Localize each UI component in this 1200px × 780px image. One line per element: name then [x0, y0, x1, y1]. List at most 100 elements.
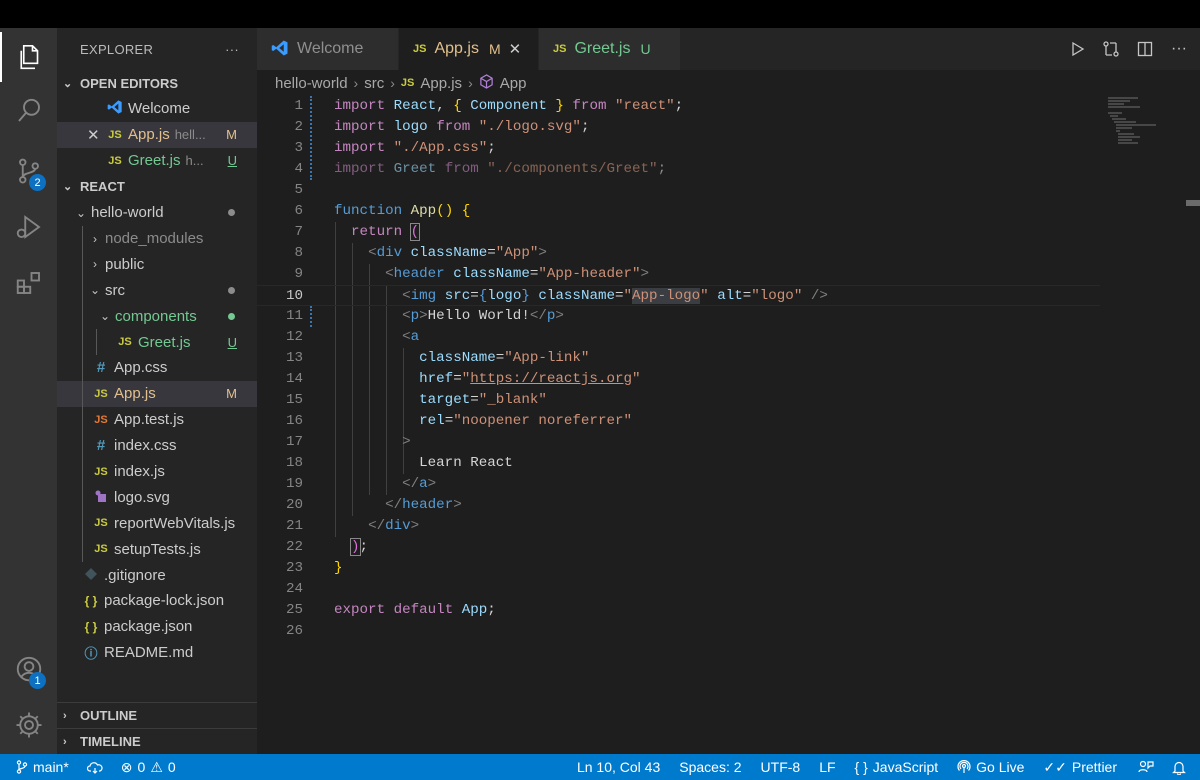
line-number: 6 [294, 203, 303, 219]
file-logo-svg[interactable]: logo.svg [57, 484, 257, 511]
tree-guide [82, 355, 83, 381]
file-label: setupTests.js [114, 540, 201, 558]
workspace-section[interactable]: ⌄ REACT [57, 174, 257, 200]
code-text: className="App-link" [419, 350, 590, 366]
code-text: <a [402, 329, 420, 345]
source-control-icon[interactable]: 2 [0, 146, 57, 196]
prettier-status[interactable]: ✓✓ Prettier [1033, 754, 1126, 780]
file-app-css[interactable]: # App.css [57, 355, 257, 381]
code-line: 17 > [257, 432, 1100, 453]
file-index-css[interactable]: # index.css [57, 432, 257, 459]
more-actions-icon[interactable]: ··· [225, 42, 239, 57]
chevron-right-icon: › [63, 735, 67, 748]
close-icon[interactable]: ✕ [509, 40, 522, 58]
js-file-icon: JS [94, 465, 108, 478]
folder-label: node_modules [105, 230, 204, 247]
go-live-button[interactable]: Go Live [947, 754, 1033, 780]
indentation[interactable]: Spaces: 2 [669, 754, 750, 780]
line-number: 22 [285, 539, 303, 555]
folder-label: hello-world [91, 204, 164, 222]
workspace-label: REACT [80, 179, 125, 195]
settings-gear-icon[interactable] [0, 700, 57, 750]
folder-public[interactable]: › public [57, 251, 257, 278]
code-text: rel="noopener noreferrer" [419, 413, 632, 429]
open-editors-section[interactable]: ⌄ OPEN EDITORS [57, 70, 257, 96]
file-app-js[interactable]: JS App.js M [57, 380, 257, 407]
open-editor-name: Welcome [128, 100, 191, 118]
js-file-icon: JS [94, 543, 108, 556]
extensions-icon[interactable] [0, 258, 57, 308]
folder-src[interactable]: ⌄ src [57, 277, 257, 304]
language-text: JavaScript [872, 759, 939, 775]
code-line: 1 import React, { Component } from "react… [257, 96, 1100, 117]
file-readme-md[interactable]: ⓘ README.md [57, 640, 257, 666]
folder-components[interactable]: ⌄ components [57, 303, 257, 330]
code-line: 7 return ( [257, 222, 1100, 243]
info-file-icon: ⓘ [84, 646, 98, 662]
editor-scrollbar[interactable] [1186, 96, 1200, 754]
breadcrumb-item[interactable]: src [364, 75, 384, 92]
breadcrumb-item[interactable]: App.js [420, 75, 462, 92]
open-editor-welcome[interactable]: Welcome [57, 96, 257, 122]
problems-indicator[interactable]: ⊗ 0 ⚠ 0 [112, 754, 185, 780]
minimap[interactable] [1108, 96, 1188, 146]
compare-changes-icon[interactable] [1100, 38, 1122, 60]
line-number: 1 [294, 98, 303, 114]
file-app-test-js[interactable]: JS App.test.js [57, 406, 257, 433]
line-number: 25 [285, 602, 303, 618]
folder-node-modules[interactable]: › node_modules [57, 225, 257, 252]
code-text: export default App; [334, 602, 496, 618]
open-editor-app-js[interactable]: ✕ JS App.js hell... M [57, 121, 257, 148]
file-report-web-vitals[interactable]: JS reportWebVitals.js [57, 510, 257, 537]
feedback-button[interactable] [1126, 754, 1163, 780]
tab-app-js[interactable]: JS App.js M ✕ [399, 28, 539, 70]
code-text: target="_blank" [419, 392, 547, 408]
file-package-json[interactable]: { } package.json [57, 614, 257, 640]
code-line: 25 export default App; [257, 600, 1100, 621]
search-icon[interactable] [0, 86, 57, 136]
git-branch[interactable]: main* [0, 754, 78, 780]
run-icon[interactable] [1066, 38, 1088, 60]
folder-hello-world[interactable]: ⌄ hello-world [57, 200, 257, 226]
open-editor-path-hint: h... [185, 153, 204, 169]
timeline-section[interactable]: › TIMELINE [57, 728, 257, 754]
file-label: reportWebVitals.js [114, 514, 236, 532]
close-icon[interactable]: ✕ [87, 126, 105, 144]
explorer-icon[interactable] [0, 32, 57, 82]
code-text: Learn React [419, 455, 513, 471]
line-number: 23 [285, 560, 303, 576]
scm-badge: 2 [29, 174, 46, 191]
file-index-js[interactable]: JS index.js [57, 458, 257, 485]
more-actions-icon[interactable]: ··· [1168, 38, 1190, 60]
file-gitignore[interactable]: .gitignore [57, 562, 257, 588]
tab-greet-js[interactable]: JS Greet.js U [539, 28, 681, 70]
file-greet-js[interactable]: JS Greet.js U [57, 329, 257, 356]
split-editor-icon[interactable] [1134, 38, 1156, 60]
code-line: 9 <header className="App-header"> [257, 264, 1100, 285]
breadcrumb: hello-world › src › JS App.js › App [257, 70, 526, 96]
breadcrumb-item[interactable]: App [500, 75, 527, 92]
cursor-position[interactable]: Ln 10, Col 43 [568, 754, 669, 780]
outline-section[interactable]: › OUTLINE [57, 702, 257, 728]
open-editors-label: OPEN EDITORS [80, 75, 179, 91]
encoding[interactable]: UTF-8 [751, 754, 810, 780]
modified-dot [228, 286, 235, 294]
code-editor[interactable]: 1 import React, { Component } from "react… [257, 96, 1200, 754]
tree-guide [82, 277, 83, 304]
notifications-button[interactable] [1163, 754, 1200, 780]
file-setup-tests[interactable]: JS setupTests.js [57, 536, 257, 563]
language-mode[interactable]: { } JavaScript [845, 754, 948, 780]
open-editor-greet-js[interactable]: JS Greet.js h... U [57, 148, 257, 174]
line-number: 15 [285, 392, 303, 408]
tab-welcome[interactable]: Welcome [257, 28, 399, 70]
run-debug-icon[interactable] [0, 202, 57, 252]
file-package-lock-json[interactable]: { } package-lock.json [57, 588, 257, 614]
status-bar: main* ⊗ 0 ⚠ 0 Ln 10, Col 43 Spaces: 2 UT… [0, 754, 1200, 780]
js-file-icon: JS [553, 43, 567, 55]
line-ending[interactable]: LF [809, 754, 844, 780]
account-icon[interactable]: 1 [0, 644, 57, 694]
bell-icon [1172, 761, 1186, 775]
outline-label: OUTLINE [80, 708, 138, 723]
breadcrumb-item[interactable]: hello-world [275, 75, 348, 92]
sync-button[interactable] [78, 754, 112, 780]
